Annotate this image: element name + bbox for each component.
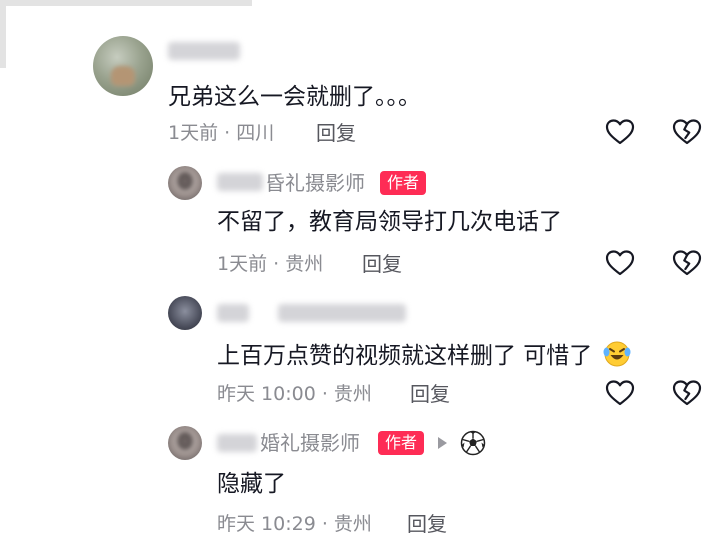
author-badge: 作者: [380, 171, 427, 195]
comment-text: 兄弟这么一会就删了。。。: [168, 84, 421, 110]
blurred-username[interactable]: [168, 42, 240, 60]
blurred-username[interactable]: [217, 304, 249, 322]
dislike-broken-heart-icon[interactable]: [672, 379, 702, 407]
avatar[interactable]: [93, 36, 153, 96]
meta-separator: ·: [218, 122, 237, 144]
author-badge: 作者: [378, 431, 425, 455]
like-heart-icon[interactable]: [605, 249, 635, 277]
avatar[interactable]: [168, 166, 202, 200]
comment-time: 昨天 10:29: [217, 513, 316, 535]
meta-separator: ·: [315, 383, 334, 405]
comment-meta: 1天前 · 四川: [168, 121, 274, 145]
like-heart-icon[interactable]: [605, 118, 635, 146]
comment-location: 贵州: [333, 513, 372, 535]
reply-arrow-icon: [438, 437, 447, 449]
comment-text: 上百万点赞的视频就这样删了 可惜了: [217, 338, 632, 371]
dislike-broken-heart-icon[interactable]: [672, 249, 702, 277]
like-heart-icon[interactable]: [605, 379, 635, 407]
comment-time: 昨天 10:00: [217, 383, 316, 405]
username[interactable]: 婚礼摄影师: [260, 430, 360, 456]
comment-body: 上百万点赞的视频就这样删了 可惜了: [217, 343, 593, 369]
blurred-username[interactable]: [217, 173, 263, 191]
comment-meta: 1天前 · 贵州: [217, 252, 323, 276]
left-edge-bar: [0, 0, 6, 68]
username[interactable]: 昏礼摄影师: [265, 170, 365, 196]
blurred-username[interactable]: [278, 304, 406, 322]
reply-button[interactable]: 回复: [407, 512, 447, 536]
avatar[interactable]: [168, 426, 202, 460]
soccer-ball-icon: [460, 430, 486, 456]
comment-location: 四川: [236, 122, 275, 144]
comment-location: 贵州: [285, 253, 324, 275]
meta-separator: ·: [315, 513, 334, 535]
meta-separator: ·: [267, 253, 286, 275]
top-edge-bar: [0, 0, 252, 6]
reply-button[interactable]: 回复: [410, 382, 450, 406]
comment-meta: 昨天 10:29 · 贵州: [217, 512, 372, 536]
comment-meta: 昨天 10:00 · 贵州: [217, 382, 372, 406]
laughing-crying-emoji-icon: [603, 341, 631, 367]
comment-time: 1天前: [168, 122, 219, 144]
blurred-username[interactable]: [217, 434, 257, 452]
comment-text: 隐藏了: [217, 471, 286, 497]
avatar[interactable]: [168, 296, 202, 330]
dislike-broken-heart-icon[interactable]: [672, 118, 702, 146]
comment-time: 1天前: [217, 253, 268, 275]
reply-button[interactable]: 回复: [362, 252, 402, 276]
comment-location: 贵州: [333, 383, 372, 405]
comment-text: 不留了，教育局领导打几次电话了: [217, 209, 562, 235]
reply-button[interactable]: 回复: [316, 121, 356, 145]
